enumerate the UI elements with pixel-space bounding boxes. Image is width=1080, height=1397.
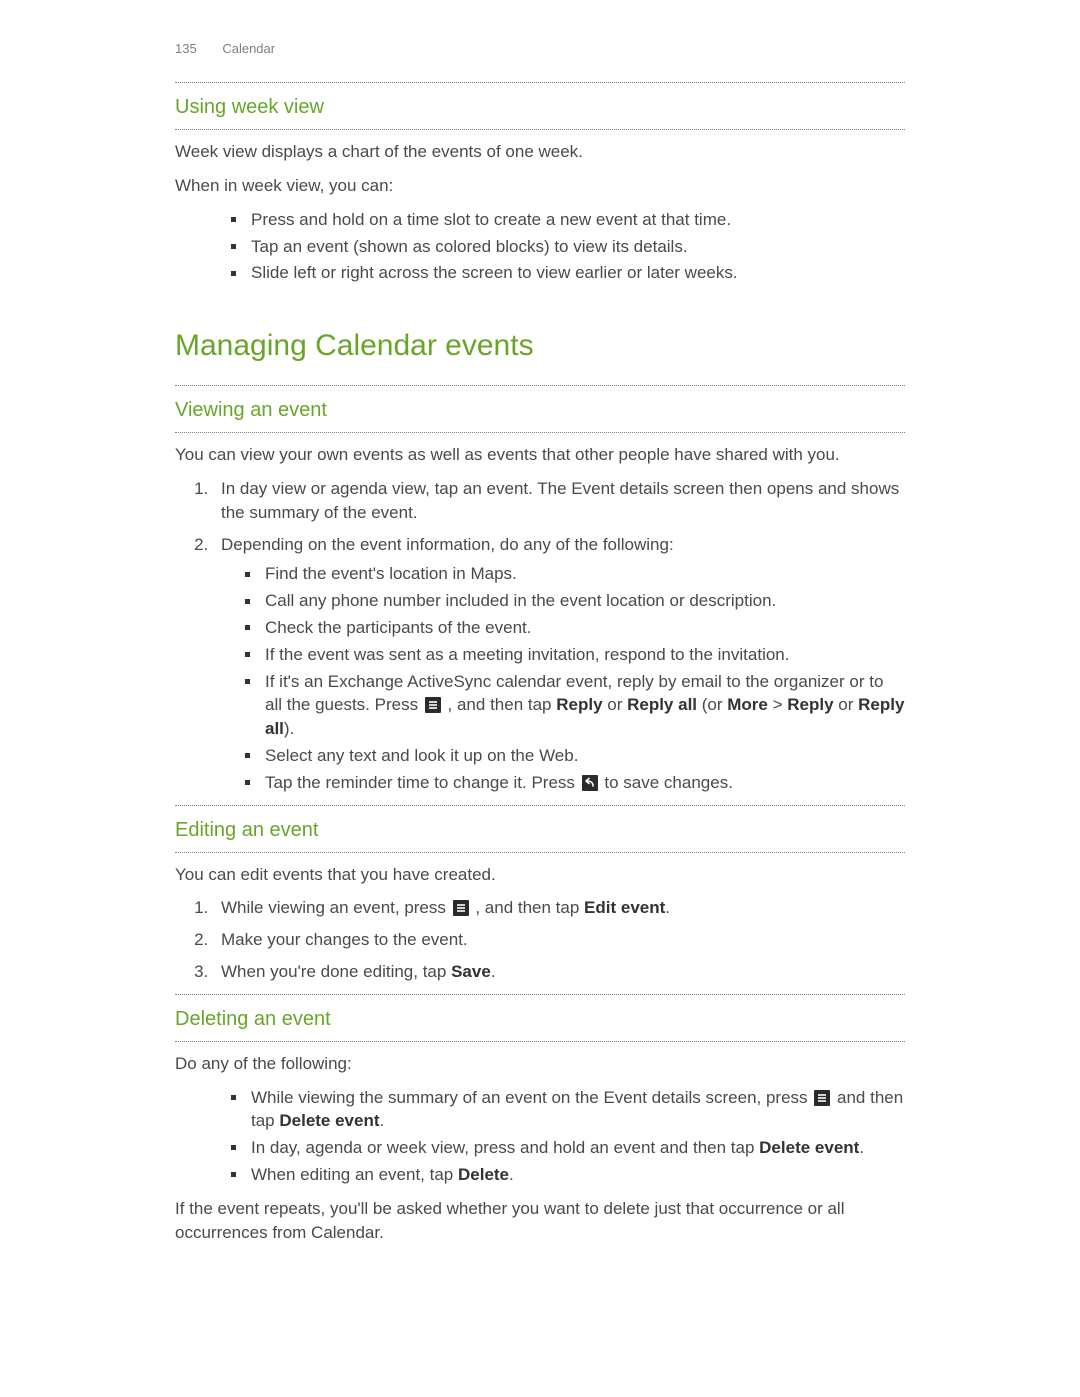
b2-text: In day, agenda or week view, press and h…	[251, 1138, 759, 1157]
deleting-intro: Do any of the following:	[175, 1052, 905, 1076]
heading-using-week-view: Using week view	[175, 93, 905, 121]
reply-label: Reply	[556, 695, 602, 714]
week-bullet-list: Press and hold on a time slot to create …	[175, 208, 905, 285]
deleting-b2: In day, agenda or week view, press and h…	[231, 1136, 905, 1160]
week-bullet: Press and hold on a time slot to create …	[231, 208, 905, 232]
menu-icon	[814, 1090, 830, 1106]
b5-text: >	[768, 695, 787, 714]
running-header: 135 Calendar	[175, 40, 905, 58]
b5-text: or	[603, 695, 628, 714]
menu-icon	[425, 697, 441, 713]
viewing-b3: Check the participants of the event.	[245, 616, 905, 640]
deleting-bullets: While viewing the summary of an event on…	[175, 1086, 905, 1187]
header-section-name: Calendar	[222, 41, 275, 56]
viewing-b1: Find the event's location in Maps.	[245, 562, 905, 586]
viewing-step1: In day view or agenda view, tap an event…	[213, 477, 905, 525]
week-p2: When in week view, you can:	[175, 174, 905, 198]
b1-text: While viewing the summary of an event on…	[251, 1088, 812, 1107]
back-icon	[582, 775, 598, 791]
viewing-step2-bullets: Find the event's location in Maps. Call …	[221, 562, 905, 794]
step3-text: .	[491, 962, 496, 981]
week-p1: Week view displays a chart of the events…	[175, 140, 905, 164]
editing-intro: You can edit events that you have create…	[175, 863, 905, 887]
editing-steps: While viewing an event, press , and then…	[175, 896, 905, 983]
b5-text: ).	[284, 719, 294, 738]
reply-all-label: Reply all	[627, 695, 697, 714]
heading-editing: Editing an event	[175, 816, 905, 844]
week-bullet: Slide left or right across the screen to…	[231, 261, 905, 285]
viewing-b6: Select any text and look it up on the We…	[245, 744, 905, 768]
viewing-intro: You can view your own events as well as …	[175, 443, 905, 467]
viewing-b7: Tap the reminder time to change it. Pres…	[245, 771, 905, 795]
b1-text: .	[380, 1111, 385, 1130]
b3-text: When editing an event, tap	[251, 1165, 458, 1184]
edit-event-label: Edit event	[584, 898, 665, 917]
heading-managing: Managing Calendar events	[175, 325, 905, 367]
b3-text: .	[509, 1165, 514, 1184]
editing-step2: Make your changes to the event.	[213, 928, 905, 952]
step1-text: .	[665, 898, 670, 917]
viewing-b5: If it's an Exchange ActiveSync calendar …	[245, 670, 905, 741]
viewing-step2: Depending on the event information, do a…	[213, 533, 905, 795]
deleting-b1: While viewing the summary of an event on…	[231, 1086, 905, 1134]
viewing-b2: Call any phone number included in the ev…	[245, 589, 905, 613]
step1-text: While viewing an event, press	[221, 898, 451, 917]
editing-step3: When you're done editing, tap Save.	[213, 960, 905, 984]
heading-deleting: Deleting an event	[175, 1005, 905, 1033]
week-bullet: Tap an event (shown as colored blocks) t…	[231, 235, 905, 259]
viewing-b4: If the event was sent as a meeting invit…	[245, 643, 905, 667]
more-label: More	[727, 695, 768, 714]
heading-viewing: Viewing an event	[175, 396, 905, 424]
delete-event-label: Delete event	[759, 1138, 859, 1157]
delete-label: Delete	[458, 1165, 509, 1184]
manual-page: 135 Calendar Using week view Week view d…	[0, 0, 1080, 1397]
b7-text: to save changes.	[604, 773, 733, 792]
step3-text: When you're done editing, tap	[221, 962, 451, 981]
menu-icon	[453, 900, 469, 916]
b5-text: or	[834, 695, 859, 714]
page-number: 135	[175, 40, 197, 58]
deleting-b3: When editing an event, tap Delete.	[231, 1163, 905, 1187]
b7-text: Tap the reminder time to change it. Pres…	[265, 773, 580, 792]
b5-text: (or	[697, 695, 727, 714]
delete-event-label: Delete event	[279, 1111, 379, 1130]
reply-label: Reply	[787, 695, 833, 714]
viewing-step2-lead: Depending on the event information, do a…	[221, 535, 674, 554]
viewing-steps: In day view or agenda view, tap an event…	[175, 477, 905, 795]
deleting-outro: If the event repeats, you'll be asked wh…	[175, 1197, 905, 1245]
b5-text: , and then tap	[443, 695, 556, 714]
save-label: Save	[451, 962, 491, 981]
editing-step1: While viewing an event, press , and then…	[213, 896, 905, 920]
b2-text: .	[859, 1138, 864, 1157]
step1-text: , and then tap	[471, 898, 584, 917]
